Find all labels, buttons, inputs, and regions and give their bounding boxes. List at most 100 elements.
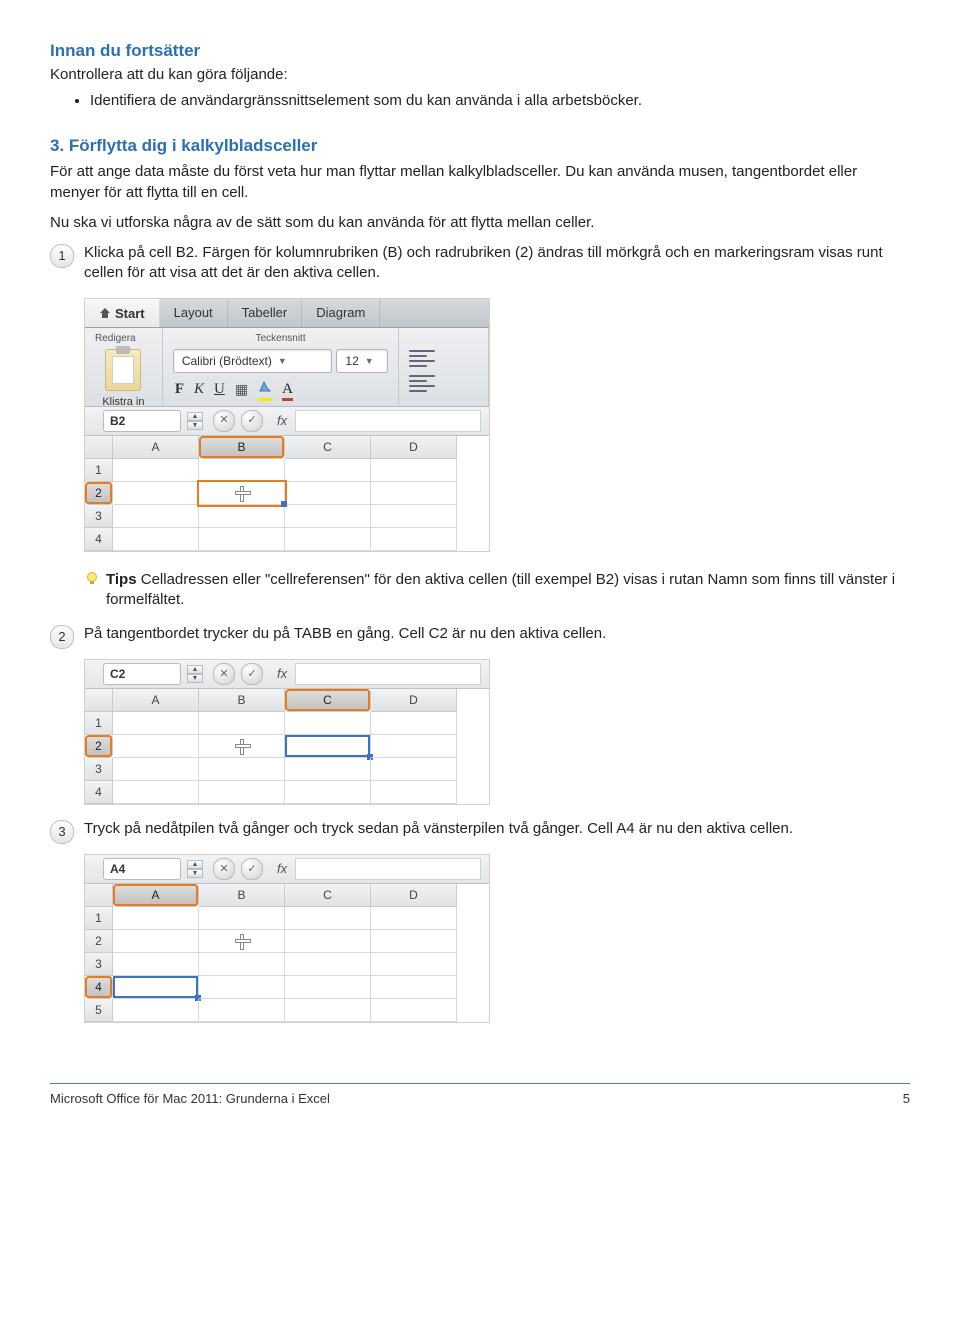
cell[interactable] <box>113 712 199 735</box>
cell[interactable] <box>199 459 285 482</box>
cell[interactable] <box>199 735 285 758</box>
cell[interactable] <box>113 999 199 1022</box>
cell[interactable] <box>285 482 371 505</box>
col-header-d[interactable]: D <box>371 689 457 712</box>
row-header-1[interactable]: 1 <box>85 459 113 482</box>
bold-button[interactable]: F <box>175 379 184 399</box>
name-box-stepper[interactable]: ▲▼ <box>187 860 203 878</box>
row-header-5[interactable]: 5 <box>85 999 113 1022</box>
align-icon[interactable] <box>409 375 439 392</box>
cell[interactable] <box>199 976 285 999</box>
formula-input[interactable] <box>295 858 481 880</box>
cell[interactable] <box>113 735 199 758</box>
col-header-a[interactable]: A <box>113 884 199 907</box>
cell[interactable] <box>371 976 457 999</box>
col-header-d[interactable]: D <box>371 884 457 907</box>
align-icon[interactable] <box>409 350 439 367</box>
cell[interactable] <box>371 907 457 930</box>
col-header-c[interactable]: C <box>285 884 371 907</box>
cell[interactable] <box>371 712 457 735</box>
cell[interactable] <box>113 907 199 930</box>
cell[interactable] <box>285 930 371 953</box>
confirm-formula-button[interactable]: ✓ <box>241 410 263 432</box>
cell[interactable] <box>199 907 285 930</box>
cell[interactable] <box>113 953 199 976</box>
fx-icon[interactable]: fx <box>277 412 287 430</box>
cell[interactable] <box>285 976 371 999</box>
cell[interactable] <box>371 482 457 505</box>
confirm-formula-button[interactable]: ✓ <box>241 858 263 880</box>
col-header-c[interactable]: C <box>285 689 371 712</box>
highlight-color-button[interactable] <box>258 379 272 399</box>
cell[interactable] <box>371 999 457 1022</box>
cell-c2-active[interactable] <box>285 735 371 758</box>
cell[interactable] <box>285 528 371 551</box>
cell[interactable] <box>371 459 457 482</box>
row-header-1[interactable]: 1 <box>85 907 113 930</box>
cancel-formula-button[interactable]: ✕ <box>213 410 235 432</box>
col-header-a[interactable]: A <box>113 436 199 459</box>
cell[interactable] <box>199 781 285 804</box>
cell[interactable] <box>113 459 199 482</box>
row-header-4[interactable]: 4 <box>85 976 113 999</box>
col-header-c[interactable]: C <box>285 436 371 459</box>
cell[interactable] <box>199 528 285 551</box>
select-all-corner[interactable] <box>85 689 113 712</box>
cell[interactable] <box>285 459 371 482</box>
fx-icon[interactable]: fx <box>277 860 287 878</box>
cell[interactable] <box>285 758 371 781</box>
cell[interactable] <box>285 953 371 976</box>
cell[interactable] <box>113 758 199 781</box>
name-box-stepper[interactable]: ▲▼ <box>187 665 203 683</box>
cell[interactable] <box>113 482 199 505</box>
row-header-2[interactable]: 2 <box>85 482 113 505</box>
cancel-formula-button[interactable]: ✕ <box>213 663 235 685</box>
cell[interactable] <box>199 930 285 953</box>
cancel-formula-button[interactable]: ✕ <box>213 858 235 880</box>
formula-input[interactable] <box>295 410 481 432</box>
row-header-4[interactable]: 4 <box>85 781 113 804</box>
cell[interactable] <box>199 953 285 976</box>
cell[interactable] <box>199 758 285 781</box>
italic-button[interactable]: K <box>194 379 204 399</box>
spreadsheet-grid[interactable]: A B C D 1 2 3 4 <box>85 436 489 551</box>
fx-icon[interactable]: fx <box>277 665 287 683</box>
cell[interactable] <box>113 781 199 804</box>
tab-tables[interactable]: Tabeller <box>228 299 303 327</box>
cell[interactable] <box>285 907 371 930</box>
tab-layout[interactable]: Layout <box>160 299 228 327</box>
name-box[interactable]: B2 <box>103 410 181 432</box>
cell[interactable] <box>113 528 199 551</box>
underline-button[interactable]: U <box>214 379 225 399</box>
spreadsheet-grid[interactable]: A B C D 1 2 3 4 <box>85 689 489 804</box>
cell[interactable] <box>371 953 457 976</box>
col-header-b[interactable]: B <box>199 689 285 712</box>
spreadsheet-grid[interactable]: A B C D 1 2 3 4 5 <box>85 884 489 1022</box>
font-size-combo[interactable]: 12 ▼ <box>336 349 388 373</box>
row-header-3[interactable]: 3 <box>85 953 113 976</box>
row-header-3[interactable]: 3 <box>85 758 113 781</box>
font-name-combo[interactable]: Calibri (Brödtext) ▼ <box>173 349 333 373</box>
font-color-button[interactable]: A <box>282 379 293 399</box>
cell[interactable] <box>113 930 199 953</box>
name-box[interactable]: A4 <box>103 858 181 880</box>
name-box-stepper[interactable]: ▲▼ <box>187 412 203 430</box>
col-header-d[interactable]: D <box>371 436 457 459</box>
cell[interactable] <box>285 999 371 1022</box>
border-button[interactable]: ▦ <box>235 380 248 399</box>
cell[interactable] <box>371 781 457 804</box>
row-header-4[interactable]: 4 <box>85 528 113 551</box>
cell[interactable] <box>199 999 285 1022</box>
tab-start[interactable]: Start <box>85 299 160 327</box>
row-header-3[interactable]: 3 <box>85 505 113 528</box>
row-header-2[interactable]: 2 <box>85 930 113 953</box>
col-header-b[interactable]: B <box>199 884 285 907</box>
row-header-2[interactable]: 2 <box>85 735 113 758</box>
col-header-a[interactable]: A <box>113 689 199 712</box>
cell[interactable] <box>371 505 457 528</box>
cell-a4-active[interactable] <box>113 976 199 999</box>
cell[interactable] <box>199 712 285 735</box>
row-header-1[interactable]: 1 <box>85 712 113 735</box>
cell-b2-active[interactable] <box>199 482 285 505</box>
confirm-formula-button[interactable]: ✓ <box>241 663 263 685</box>
